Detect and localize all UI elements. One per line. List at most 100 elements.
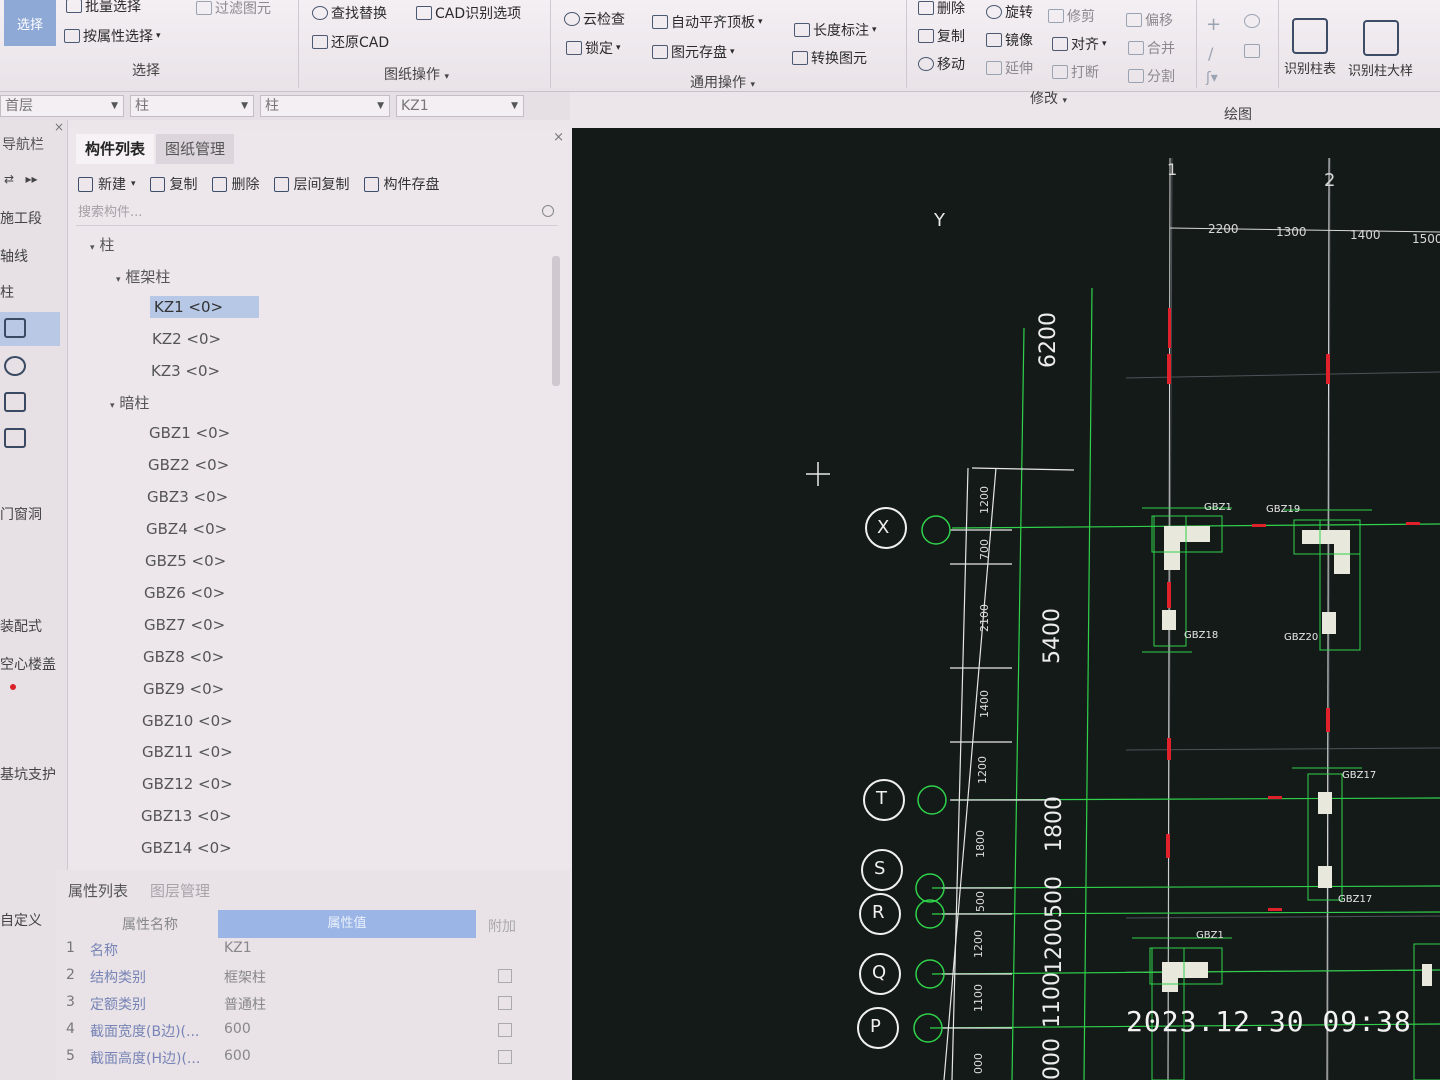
draw-line-button[interactable]: / [1208,44,1213,63]
wall-column-icon[interactable] [4,392,26,412]
save-elements-button[interactable]: 图元存盘 ▾ [652,42,735,62]
tree-item-gbz3[interactable]: GBZ3 <0> [147,488,228,506]
tree-item-gbz2[interactable]: GBZ2 <0> [148,456,229,474]
recognize-column-table-button[interactable]: 识别柱表 [1284,18,1336,77]
extra-checkbox[interactable] [498,1050,512,1064]
tree-item-kz3[interactable]: KZ3 <0> [151,362,220,380]
dim-1800: 1800 [1042,796,1067,852]
property-row[interactable]: 1 名称 KZ1 [56,940,570,967]
tree-item-gbz12[interactable]: GBZ12 <0> [142,775,233,793]
rotate-button[interactable]: 旋转 [986,2,1033,22]
nav-item-column[interactable]: 柱 [0,282,14,302]
tree-item-kz1[interactable]: KZ1 <0> [150,296,260,318]
component-select[interactable]: KZ1 ▼ [396,95,524,117]
constructional-column-icon[interactable] [4,356,26,376]
tree-item-gbz6[interactable]: GBZ6 <0> [144,584,225,602]
new-button[interactable]: 新建 ▾ [78,170,136,198]
type-select[interactable]: 柱 ▼ [260,95,390,117]
tree-scrollbar[interactable] [552,256,560,386]
align-button[interactable]: 对齐 ▾ [1052,34,1107,54]
lock-button[interactable]: 锁定 ▾ [566,38,621,58]
tree-item-gbz11[interactable]: GBZ11 <0> [142,743,233,761]
copy-between-floors-button[interactable]: 层间复制 [273,170,350,198]
select-button[interactable]: 选择 [4,0,56,46]
property-row[interactable]: 3 定额类别 普通柱 [56,994,570,1021]
tree-item-gbz4[interactable]: GBZ4 <0> [146,520,227,538]
tree-item-gbz10[interactable]: GBZ10 <0> [142,712,233,730]
close-icon[interactable]: × [553,130,564,145]
break-button[interactable]: 打断 [1052,62,1099,82]
split-button[interactable]: 分割 [1128,66,1175,86]
copy-button[interactable]: 复制 [918,26,965,46]
tree-item-gbz5[interactable]: GBZ5 <0> [145,552,226,570]
filter-elements-button[interactable]: 过滤图元 [196,0,271,18]
nav-item-hollow-slab[interactable]: 空心楼盖 [0,654,56,674]
find-replace-button[interactable]: 查找替换 [312,3,387,23]
tree-item-gbz13[interactable]: GBZ13 <0> [141,807,232,825]
convert-elements-button[interactable]: 转换图元 [792,48,867,68]
block-icon[interactable] [4,428,26,448]
length-dimension-button[interactable]: 长度标注 ▾ [794,20,877,40]
chevron-down-icon: ▾ [90,243,95,253]
nav-item-prefab[interactable]: 装配式 [0,616,42,636]
select-by-property-button[interactable]: 按属性选择 ▾ [64,26,161,46]
move-button[interactable]: 移动 [918,54,965,74]
extend-button[interactable]: 延伸 [986,58,1033,78]
tree-item-kz2[interactable]: KZ2 <0> [152,330,221,348]
save-component-button[interactable]: 构件存盘 [363,170,440,198]
cad-recognize-options-button[interactable]: CAD识别选项 [416,3,521,23]
tree-item-gbz7[interactable]: GBZ7 <0> [144,616,225,634]
nav-item-construction-section[interactable]: 施工段 [0,208,42,228]
nav-item-foundation-support[interactable]: 基坑支护 [0,764,56,784]
cloud-check-button[interactable]: 云检查 [564,9,625,29]
tab-component-list[interactable]: 构件列表 [76,134,155,164]
property-row[interactable]: 5 截面高度(H边)(... 600 [56,1048,570,1075]
property-row[interactable]: 4 截面宽度(B边)(... 600 [56,1021,570,1048]
tree-item-gbz14[interactable]: GBZ14 <0> [141,839,232,857]
tree-item-gbz9[interactable]: GBZ9 <0> [143,680,224,698]
nav-expand-toggle[interactable]: ⇄ ▸▸ [4,172,38,186]
batch-select-button[interactable]: 批量选择 [66,0,141,16]
property-row[interactable]: 2 结构类别 框架柱 [56,967,570,994]
delete-button[interactable]: 删除 [918,0,965,18]
tree-group-hidden-column[interactable]: ▾ 暗柱 [110,392,149,413]
modify-group-label[interactable]: 修改 ▾ [1030,88,1067,108]
draw-rect-button[interactable] [1244,44,1260,58]
cad-drawing-canvas[interactable]: Y 1 2 2200 1300 1400 1500 X T S R Q P 62… [572,128,1440,1080]
column-icon[interactable] [4,318,26,338]
tree-group-frame-column[interactable]: ▾ 框架柱 [116,266,170,287]
tree-item-gbz1[interactable]: GBZ1 <0> [149,424,230,442]
close-icon[interactable]: × [54,120,64,134]
extra-checkbox[interactable] [498,1023,512,1037]
extra-checkbox[interactable] [498,969,512,983]
drawing-ops-group-label[interactable]: 图纸操作 ▾ [384,64,449,84]
tree-root-column[interactable]: ▾ 柱 [90,234,114,255]
draw-point-button[interactable]: + [1206,14,1221,35]
tab-property-list[interactable]: 属性列表 [68,880,128,901]
general-ops-group-label[interactable]: 通用操作 ▾ [690,72,755,92]
offset-button[interactable]: 偏移 [1126,10,1173,30]
tree-item-gbz8[interactable]: GBZ8 <0> [143,648,224,666]
category-select[interactable]: 柱 ▼ [130,95,254,117]
nav-item-custom[interactable]: 自定义 [0,910,42,930]
delete-component-button[interactable]: 删除 [211,170,260,198]
nav-item-axis[interactable]: 轴线 [0,246,28,266]
mirror-button[interactable]: 镜像 [986,30,1033,50]
merge-button[interactable]: 合并 [1128,38,1175,58]
trim-button[interactable]: 修剪 [1048,6,1095,26]
tab-drawing-management[interactable]: 图纸管理 [156,134,235,164]
draw-polyline-button[interactable]: ʃ▾ [1206,70,1218,86]
draw-arc-button[interactable] [1244,14,1260,28]
tab-layer-management[interactable]: 图层管理 [150,880,210,901]
extra-checkbox[interactable] [498,996,512,1010]
floor-select[interactable]: 首层 ▼ [0,95,124,117]
recognize-column-detail-button[interactable]: 识别柱大样 [1348,20,1413,79]
component-search-input[interactable]: 搜索构件... [76,202,558,226]
auto-align-slab-button[interactable]: 自动平齐顶板 ▾ [652,12,763,32]
restore-cad-button[interactable]: 还原CAD [312,32,389,52]
nav-item-door-window[interactable]: 门窗洞 [0,504,42,524]
crosshair-cursor [806,462,830,486]
search-icon[interactable] [542,205,554,217]
lock-icon [566,41,582,55]
copy-component-button[interactable]: 复制 [149,170,198,198]
